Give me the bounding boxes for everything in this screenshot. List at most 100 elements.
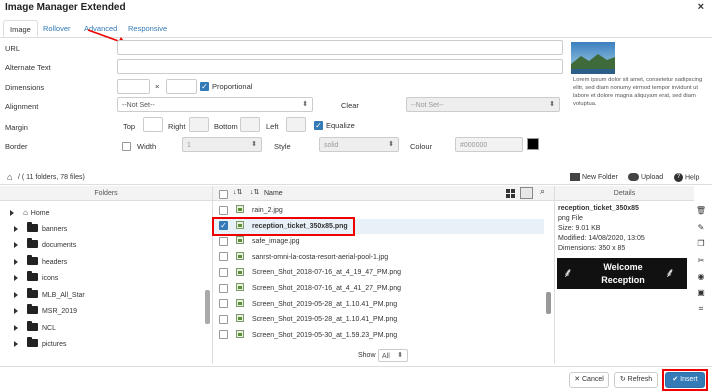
grid-view-icon[interactable] bbox=[506, 189, 515, 198]
transform-icon[interactable]: ⌗ bbox=[695, 303, 707, 315]
help-icon: ? bbox=[674, 173, 683, 182]
image-file-icon bbox=[236, 267, 244, 276]
margin-bottom-input[interactable] bbox=[240, 117, 260, 132]
folder-item-documents[interactable]: documents bbox=[0, 238, 212, 255]
file-list-scrollbar[interactable] bbox=[546, 292, 551, 314]
file-row[interactable]: Screen_Shot_2019-05-30_at_1.59.23_PM.png bbox=[213, 328, 544, 344]
folder-item-msr-2019[interactable]: MSR_2019 bbox=[0, 304, 212, 321]
width-input[interactable] bbox=[117, 79, 150, 94]
border-colour-label: Colour bbox=[410, 142, 433, 151]
file-checkbox[interactable] bbox=[219, 330, 228, 340]
sort-icon[interactable]: ↓⇅ bbox=[233, 188, 242, 196]
list-view-icon[interactable] bbox=[520, 187, 533, 199]
folder-icon bbox=[26, 254, 38, 265]
insert-button[interactable]: ✔ Insert bbox=[665, 372, 705, 388]
close-icon[interactable]: × bbox=[698, 1, 704, 13]
folder-item-banners[interactable]: banners bbox=[0, 221, 212, 239]
folder-item-home[interactable]: ⌂ Home bbox=[0, 205, 212, 222]
alignment-select[interactable]: --Not Set-- ⬍ bbox=[117, 97, 313, 112]
clear-select[interactable]: --Not Set-- ⬍ bbox=[406, 97, 560, 112]
border-width-label: Width bbox=[137, 142, 157, 151]
refresh-button[interactable]: ↻ Refresh bbox=[614, 372, 658, 388]
cancel-button[interactable]: ✕ Cancel bbox=[569, 372, 609, 388]
expand-icon bbox=[14, 275, 18, 282]
file-checkbox[interactable] bbox=[219, 283, 228, 293]
tab-image[interactable]: Image bbox=[3, 20, 38, 37]
folder-icon bbox=[26, 221, 38, 232]
height-input[interactable] bbox=[166, 79, 197, 94]
file-row[interactable]: sanrst-omni-la-costa-resort-aerial-pool-… bbox=[213, 250, 544, 266]
margin-left-input[interactable] bbox=[286, 117, 306, 132]
select-caret-icon: ⬍ bbox=[388, 141, 394, 148]
upload-button[interactable]: Upload bbox=[628, 173, 663, 181]
file-name: sanrst-omni-la-costa-resort-aerial-pool-… bbox=[252, 253, 389, 261]
file-row[interactable]: safe_image.jpg bbox=[213, 234, 544, 250]
file-row[interactable]: Screen_Shot_2019-05-28_at_1.10.41_PM.png bbox=[213, 297, 544, 313]
file-checkbox[interactable] bbox=[219, 252, 228, 262]
file-checkbox[interactable] bbox=[219, 205, 228, 215]
edit-icon[interactable]: ✎ bbox=[695, 222, 707, 234]
expand-icon bbox=[14, 258, 18, 265]
file-checkbox[interactable] bbox=[219, 314, 228, 324]
thumbnail-welcome-text: Welcome bbox=[603, 262, 643, 272]
alignment-value: --Not Set-- bbox=[122, 102, 155, 109]
cut-icon[interactable]: ✂ bbox=[695, 255, 707, 267]
show-value: All bbox=[382, 353, 390, 360]
copy-icon[interactable]: ❐ bbox=[695, 238, 707, 250]
alt-text-input[interactable] bbox=[117, 59, 563, 74]
file-row[interactable]: Screen_Shot_2018-07-16_at_4_19_47_PM.png bbox=[213, 265, 544, 281]
select-caret-icon: ⬍ bbox=[251, 141, 257, 148]
alt-text-label: Alternate Text bbox=[5, 63, 51, 72]
file-checkbox[interactable] bbox=[219, 236, 228, 246]
equalize-checkbox[interactable]: ✓ bbox=[314, 121, 323, 130]
border-style-label: Style bbox=[274, 142, 291, 151]
url-input[interactable] bbox=[117, 40, 563, 55]
upload-icon bbox=[628, 173, 639, 181]
folder-icon bbox=[26, 304, 38, 315]
file-checkbox[interactable] bbox=[219, 299, 228, 309]
help-button[interactable]: ? Help bbox=[674, 173, 699, 182]
border-width-select[interactable]: 1 ⬍ bbox=[182, 137, 262, 152]
folder-item-icons[interactable]: icons bbox=[0, 271, 212, 288]
tab-rollover[interactable]: Rollover bbox=[37, 20, 77, 37]
image-manager-dialog: Image Manager Extended × Image Rollover … bbox=[0, 0, 712, 392]
folder-item-headers[interactable]: headers bbox=[0, 254, 212, 272]
proportional-checkbox[interactable]: ✓ bbox=[200, 82, 209, 91]
folder-icon bbox=[26, 337, 38, 348]
folder-scrollbar[interactable] bbox=[205, 290, 210, 324]
search-icon[interactable]: ⌕ bbox=[540, 186, 545, 197]
home-icon[interactable]: ⌂ bbox=[7, 172, 12, 182]
select-all-checkbox[interactable] bbox=[219, 190, 228, 199]
file-checkbox[interactable] bbox=[219, 268, 228, 278]
cancel-label: Cancel bbox=[582, 376, 604, 383]
file-row[interactable]: Screen_Shot_2019-05-28_at_1.10.41_PM.png bbox=[213, 312, 544, 328]
border-checkbox[interactable] bbox=[122, 142, 131, 151]
expand-icon bbox=[14, 324, 18, 331]
sort-name-icon[interactable]: ↓⇅ bbox=[250, 188, 259, 196]
colour-swatch[interactable] bbox=[527, 138, 539, 150]
panel-divider bbox=[554, 186, 555, 364]
details-size: Size: 9.01 KB bbox=[558, 225, 601, 232]
new-folder-button[interactable]: New Folder bbox=[570, 173, 618, 181]
margin-right-label: Right bbox=[168, 122, 186, 131]
margin-right-input[interactable] bbox=[189, 117, 209, 132]
folder-item-mlb-all-star[interactable]: MLB_All_Star bbox=[0, 287, 212, 305]
expand-icon bbox=[10, 210, 14, 217]
name-column-header[interactable]: Name bbox=[264, 190, 283, 197]
check-icon: ✔ bbox=[672, 376, 681, 383]
border-style-select[interactable]: solid ⬍ bbox=[319, 137, 399, 152]
select-caret-icon: ⬍ bbox=[549, 101, 555, 108]
folder-label: pictures bbox=[41, 341, 67, 348]
show-select[interactable]: All ⬍ bbox=[378, 349, 408, 362]
delete-icon[interactable]: 🗑 bbox=[695, 205, 707, 217]
folder-item-ncl[interactable]: NCL bbox=[0, 320, 212, 338]
folder-item-pictures[interactable]: pictures bbox=[0, 337, 212, 354]
image-edit-icon[interactable]: ▣ bbox=[695, 287, 707, 299]
border-width-value: 1 bbox=[187, 142, 191, 149]
view-icon[interactable]: ◉ bbox=[695, 271, 707, 283]
margin-top-input[interactable] bbox=[143, 117, 163, 132]
path-breadcrumb: / ( 11 folders, 78 files) bbox=[18, 174, 85, 181]
image-file-icon bbox=[236, 251, 244, 260]
file-row[interactable]: Screen_Shot_2018-07-16_at_4_41_27_PM.png bbox=[213, 281, 544, 297]
border-colour-input[interactable]: #000000 bbox=[455, 137, 523, 152]
